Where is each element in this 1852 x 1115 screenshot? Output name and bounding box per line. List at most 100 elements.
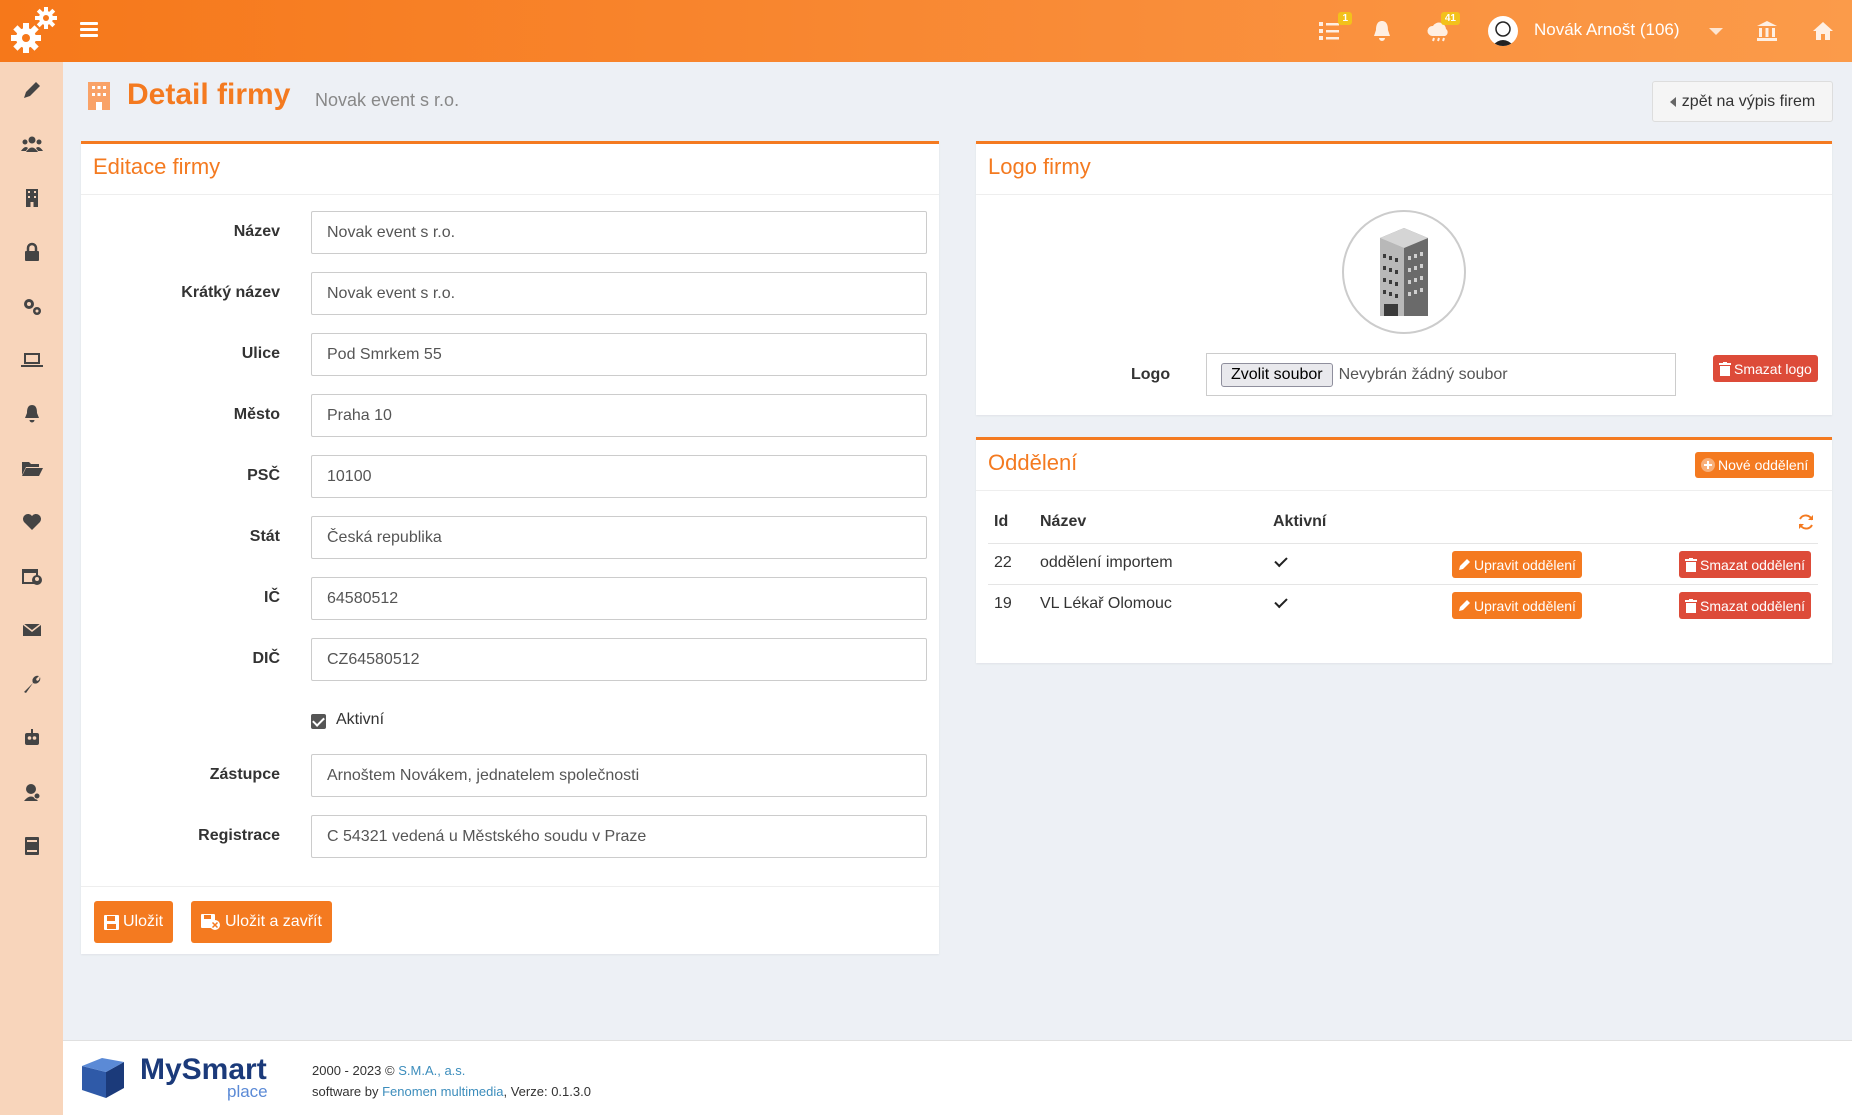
edit-company-panel: Editace firmy Název Novak event s r.o. K… (81, 141, 939, 954)
trash-icon (1685, 557, 1697, 572)
save-button[interactable]: Uložit (94, 901, 174, 943)
input-ulice[interactable]: Pod Smrkem 55 (311, 333, 927, 376)
refresh-icon[interactable] (1797, 513, 1815, 531)
new-department-button[interactable]: Nové oddělení (1695, 452, 1815, 478)
user-name[interactable]: Novák Arnošt (106) (1534, 20, 1680, 40)
company-logo-image (1342, 210, 1466, 334)
robot-icon[interactable] (20, 726, 44, 750)
delete-department-button[interactable]: Smazat oddělení (1679, 592, 1812, 619)
logo-file-input[interactable]: Zvolit soubor Nevybrán žádný soubor (1206, 353, 1676, 396)
trash-icon (1719, 361, 1731, 376)
copyright-line: 2000 - 2023 © S.M.A., a.s. (312, 1063, 466, 1078)
users-icon[interactable] (20, 132, 44, 156)
label-dic: DIČ (252, 650, 280, 667)
form-row-kratky-nazev: Krátký název Novak event s r.o. (81, 272, 939, 316)
edit-department-button[interactable]: Upravit oddělení (1452, 551, 1582, 578)
panel-title: Editace firmy (93, 154, 221, 179)
avatar[interactable] (1488, 16, 1518, 46)
edit-department-button[interactable]: Upravit oddělení (1452, 592, 1582, 619)
save-and-close-button[interactable]: Uložit a zavřít (191, 901, 332, 943)
top-bar: 1 41 Novák Arnošt (106) (0, 0, 1852, 62)
panel-title: Logo firmy (988, 154, 1091, 179)
office-tower-icon (1380, 228, 1428, 316)
floppy-icon (104, 914, 119, 930)
institution-icon[interactable] (1756, 18, 1782, 44)
weather-icon[interactable]: 41 (1426, 12, 1460, 44)
tasks-badge: 1 (1338, 12, 1352, 25)
calendar-user-icon[interactable] (20, 564, 44, 588)
input-registrace[interactable]: C 54321 vedená u Městského soudu v Praze (311, 815, 927, 858)
input-mesto[interactable]: Praha 10 (311, 394, 927, 437)
book-icon[interactable] (20, 834, 44, 858)
vendor-link[interactable]: Fenomen multimedia (382, 1084, 503, 1099)
brand-sub: place (227, 1082, 268, 1101)
input-stat[interactable]: Česká republika (311, 516, 927, 559)
envelope-icon[interactable] (20, 618, 44, 642)
delete-department-button[interactable]: Smazat oddělení (1679, 551, 1812, 578)
input-zastupce[interactable]: Arnoštem Novákem, jednatelem společnosti (311, 754, 927, 797)
floppy-close-icon (201, 914, 220, 930)
pencil-icon (1459, 559, 1470, 570)
dept-id: 22 (994, 554, 1012, 571)
label-stat: Stát (249, 528, 280, 545)
departments-panel: Oddělení Nové oddělení (976, 437, 1832, 663)
folder-open-icon[interactable] (20, 456, 44, 480)
form-row-registrace: Registrace C 54321 vedená u Městského so… (81, 815, 939, 859)
plus-circle-icon (1701, 458, 1715, 472)
label-registrace: Registrace (198, 827, 280, 844)
label-kratky-nazev: Krátký název (181, 284, 280, 301)
active-checkbox[interactable] (311, 714, 326, 729)
label-ic: IČ (264, 589, 280, 606)
input-nazev[interactable]: Novak event s r.o. (311, 211, 927, 254)
user-key-icon[interactable] (20, 780, 44, 804)
brand-main: MySmart (140, 1053, 267, 1086)
delete-logo-button[interactable]: Smazat logo (1713, 355, 1818, 382)
menu-toggle-icon[interactable] (80, 22, 98, 38)
dept-name: VL Lékař Olomouc (1040, 595, 1172, 612)
active-checkbox-label: Aktivní (336, 711, 385, 728)
caret-left-icon (1669, 96, 1676, 107)
label-nazev: Název (233, 223, 280, 240)
logo-panel: Logo firmy Logo Zvolit soubor Nevybrán ž… (976, 141, 1832, 415)
footer: MySmart place 2000 - 2023 © S.M.A., a.s.… (63, 1040, 1852, 1115)
building-icon[interactable] (20, 186, 44, 210)
input-dic[interactable]: CZ64580512 (311, 638, 927, 681)
dept-name: oddělení importem (1040, 554, 1173, 571)
wrench-icon[interactable] (20, 672, 44, 696)
company-link[interactable]: S.M.A., a.s. (398, 1063, 465, 1078)
user-menu-caret-icon[interactable] (1709, 28, 1723, 35)
column-aktivni[interactable]: Aktivní (1273, 513, 1326, 531)
weather-badge: 41 (1440, 12, 1460, 25)
input-kratky-nazev[interactable]: Novak event s r.o. (311, 272, 927, 315)
choose-file-button[interactable]: Zvolit soubor (1221, 362, 1333, 387)
label-psc: PSČ (247, 467, 280, 484)
sidebar (0, 62, 63, 1115)
laptop-icon[interactable] (20, 348, 44, 372)
software-line: software by Fenomen multimedia, Verze: 0… (312, 1084, 591, 1099)
tasks-icon[interactable]: 1 (1318, 12, 1352, 44)
pencil-icon (1459, 600, 1470, 611)
mysmart-cube-logo (82, 1058, 124, 1098)
form-row-dic: DIČ CZ64580512 (81, 638, 939, 682)
lock-icon[interactable] (20, 240, 44, 264)
bell-sidebar-icon[interactable] (20, 402, 44, 426)
label-mesto: Město (233, 406, 280, 423)
form-row-ulice: Ulice Pod Smrkem 55 (81, 333, 939, 377)
gears-logo-icon[interactable] (6, 6, 58, 56)
form-row-nazev: Název Novak event s r.o. (81, 211, 939, 255)
page-title: Detail firmy (127, 78, 291, 111)
bell-icon[interactable] (1372, 18, 1398, 44)
pencil-icon[interactable] (20, 78, 44, 102)
heart-icon[interactable] (20, 510, 44, 534)
panel-title: Oddělení (988, 450, 1078, 475)
column-nazev[interactable]: Název (1040, 513, 1086, 531)
form-row-psc: PSČ 10100 (81, 455, 939, 499)
home-icon[interactable] (1812, 18, 1838, 44)
cogs-icon[interactable] (20, 294, 44, 318)
column-id[interactable]: Id (994, 513, 1008, 531)
form-row-mesto: Město Praha 10 (81, 394, 939, 438)
input-psc[interactable]: 10100 (311, 455, 927, 498)
back-to-list-button[interactable]: zpět na výpis firem (1652, 81, 1833, 122)
dept-id: 19 (994, 595, 1012, 612)
input-ic[interactable]: 64580512 (311, 577, 927, 620)
